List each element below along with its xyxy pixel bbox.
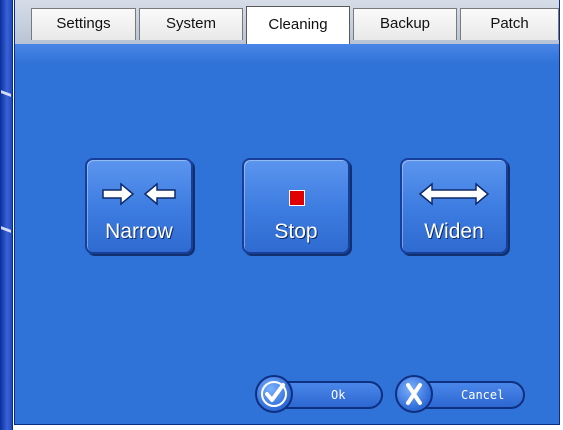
- tab-label: System: [165, 15, 216, 32]
- checkmark-icon: [255, 375, 293, 413]
- panel-header-gradient: [15, 44, 559, 64]
- stop-square-icon: [244, 180, 348, 208]
- tab-settings[interactable]: Settings: [31, 8, 136, 40]
- narrow-button[interactable]: Narrow: [85, 158, 193, 254]
- arrows-converge-icon: [87, 180, 191, 208]
- stop-button[interactable]: Stop: [242, 158, 350, 254]
- cleaning-dialog: Settings System Cleaning Backup Patch Na…: [14, 0, 560, 425]
- light-streak: [1, 90, 11, 97]
- tab-cleaning[interactable]: Cleaning: [246, 6, 350, 44]
- tab-bar: Settings System Cleaning Backup Patch: [15, 0, 559, 46]
- arrows-diverge-icon: [402, 180, 506, 208]
- narrow-label: Narrow: [105, 220, 173, 243]
- tab-backup[interactable]: Backup: [353, 8, 457, 40]
- tab-label: Patch: [490, 15, 529, 32]
- tab-label: Cleaning: [268, 16, 328, 33]
- background-strip: [0, 0, 13, 430]
- tab-label: Backup: [379, 15, 431, 32]
- tab-label: Settings: [56, 15, 111, 32]
- widen-button[interactable]: Widen: [400, 158, 508, 254]
- x-icon: [395, 375, 433, 413]
- widen-label: Widen: [424, 220, 484, 243]
- light-streak: [1, 226, 11, 233]
- cancel-button[interactable]: Cancel: [395, 375, 525, 413]
- tab-system[interactable]: System: [139, 8, 243, 40]
- cancel-label: Cancel: [461, 388, 505, 402]
- ok-button[interactable]: Ok: [255, 375, 383, 413]
- stop-label: Stop: [274, 220, 318, 243]
- tab-patch[interactable]: Patch: [460, 8, 559, 40]
- ok-label: Ok: [331, 388, 346, 402]
